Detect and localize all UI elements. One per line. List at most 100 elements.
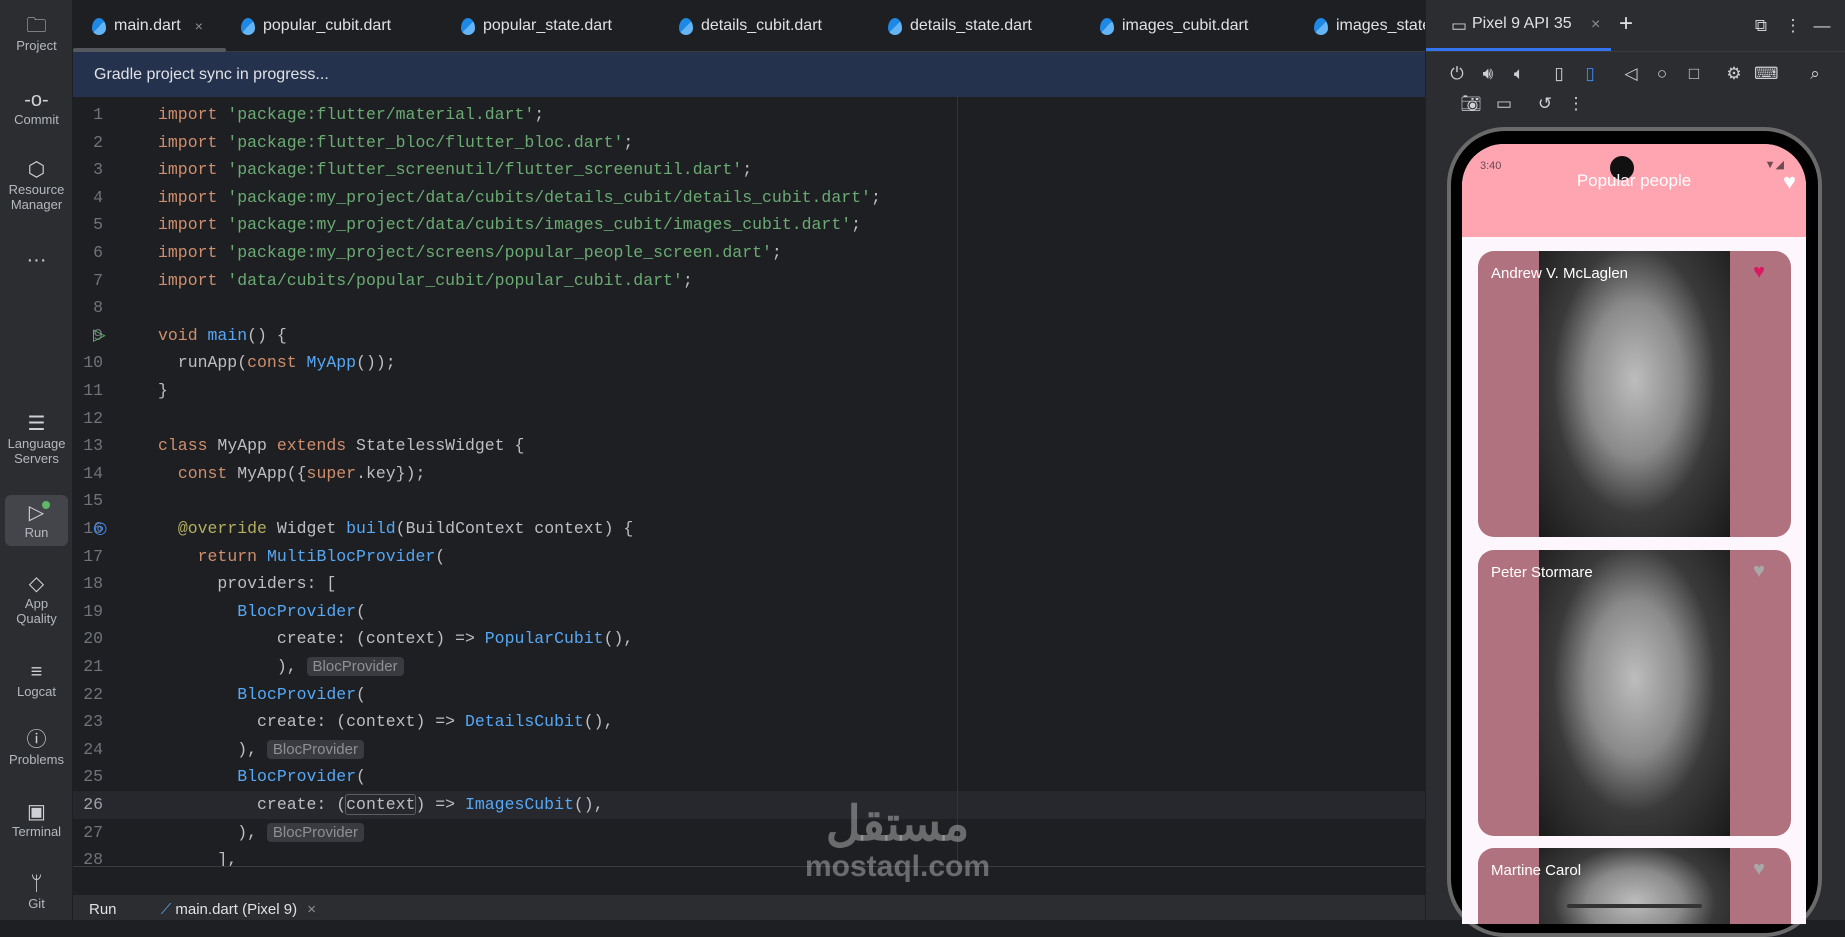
- power-icon[interactable]: ⏻: [1446, 64, 1468, 84]
- sidebar-item-language-servers[interactable]: ☰ Language Servers: [5, 412, 68, 466]
- sidebar-item-resource-manager[interactable]: ⬡ Resource Manager: [5, 158, 68, 212]
- code-line[interactable]: 3 import 'package:flutter_screenutil/flut…: [73, 156, 1425, 184]
- code-line[interactable]: 8: [73, 294, 1425, 322]
- device-inspect-icon[interactable]: ⌕: [1804, 64, 1826, 84]
- code-line[interactable]: 16 ◎ @override Widget build(BuildContext …: [73, 515, 1425, 543]
- emulator-screen[interactable]: 3:40 ▼◢ Popular people ♥ Andrew V. McLag…: [1462, 144, 1806, 924]
- run-config-tab[interactable]: main.dart (Pixel 9): [175, 901, 297, 918]
- person-card[interactable]: Peter Stormare ♥: [1478, 550, 1791, 836]
- back-icon[interactable]: ◁: [1620, 64, 1642, 84]
- home-icon[interactable]: ○: [1651, 64, 1673, 84]
- volume-down-icon[interactable]: 🔈︎: [1508, 64, 1530, 84]
- code-line[interactable]: 20 create: (context) => PopularCubit(),: [73, 625, 1425, 653]
- volume-up-icon[interactable]: 🔊︎: [1477, 64, 1499, 84]
- code-line[interactable]: 13 class MyApp extends StatelessWidget {: [73, 432, 1425, 460]
- tab-details-state[interactable]: details_state.dart: [888, 0, 1032, 51]
- code-token: import: [158, 105, 218, 124]
- code-token: (),: [603, 629, 634, 649]
- code-text: create: (context) => PopularCubit(),: [158, 625, 634, 653]
- code-line[interactable]: 14 const MyApp({super.key});: [73, 460, 1425, 488]
- rotate-left-icon[interactable]: ▯: [1548, 64, 1570, 84]
- running-indicator: [42, 501, 50, 509]
- favorite-heart-icon[interactable]: ♥: [1753, 560, 1765, 583]
- code-token: ());: [356, 353, 396, 373]
- code-line[interactable]: 10 runApp(const MyApp());: [73, 349, 1425, 377]
- code-line[interactable]: 5 import 'package:my_project/data/cubits/…: [73, 211, 1425, 239]
- rotate-right-icon[interactable]: ▯: [1579, 64, 1601, 84]
- keyboard-mouse-icon[interactable]: ⌨: [1754, 64, 1779, 84]
- tab-close-button[interactable]: ×: [195, 18, 203, 34]
- code-line[interactable]: 23 create: (context) => DetailsCubit(),: [73, 708, 1425, 736]
- tab-details-cubit[interactable]: details_cubit.dart: [679, 0, 822, 51]
- more-toolbar-icon[interactable]: ⋮: [1565, 94, 1587, 114]
- code-line[interactable]: 21 ), BlocProvider: [73, 653, 1425, 681]
- code-line[interactable]: 15: [73, 487, 1425, 515]
- code-token: super: [306, 463, 357, 483]
- code-token: ;: [623, 132, 634, 152]
- code-line[interactable]: 22 BlocProvider(: [73, 681, 1425, 709]
- code-line[interactable]: 27 ), BlocProvider: [73, 819, 1425, 847]
- code-token: MyApp: [306, 353, 357, 373]
- code-line[interactable]: 6 import 'package:my_project/screens/popu…: [73, 239, 1425, 267]
- code-token: return: [197, 546, 258, 566]
- device-tab-close[interactable]: ×: [1591, 16, 1600, 34]
- screenshot-icon[interactable]: 📷︎: [1460, 94, 1482, 114]
- code-line[interactable]: 1 import 'package:flutter/material.dart';: [73, 101, 1425, 129]
- code-token: MultiBlocProvider: [266, 546, 436, 566]
- device-settings-icon[interactable]: ⚙: [1723, 64, 1745, 84]
- code-line[interactable]: 9 ▷ void main() {: [73, 322, 1425, 350]
- tab-popular-state[interactable]: popular_state.dart: [461, 0, 612, 51]
- line-number: 11: [83, 381, 103, 400]
- code-line[interactable]: 26 create: (context) => ImagesCubit(),: [73, 791, 1425, 819]
- code-line[interactable]: 28 ],: [73, 846, 1425, 867]
- person-card[interactable]: Andrew V. McLaglen ♥: [1478, 251, 1791, 537]
- sidebar-item-run[interactable]: ▷ Run: [5, 495, 68, 546]
- sidebar-item-terminal[interactable]: ▣ Terminal: [5, 800, 68, 839]
- tab-main[interactable]: main.dart ×: [92, 0, 203, 51]
- minimize-icon[interactable]: —: [1811, 16, 1833, 36]
- code-line[interactable]: 11}: [73, 377, 1425, 405]
- code-line[interactable]: 4 import 'package:my_project/data/cubits/…: [73, 184, 1425, 212]
- person-card[interactable]: Martine Carol ♥: [1478, 848, 1791, 924]
- code-line[interactable]: 17 return MultiBlocProvider(: [73, 543, 1425, 571]
- code-line[interactable]: 19 BlocProvider(: [73, 598, 1425, 626]
- code-line[interactable]: 24 ), BlocProvider: [73, 736, 1425, 764]
- tab-popular-cubit[interactable]: popular_cubit.dart: [241, 0, 391, 51]
- override-gutter-icon[interactable]: ◎: [93, 515, 107, 543]
- sidebar-item-label: Resource Manager: [8, 182, 65, 212]
- overview-icon[interactable]: □: [1683, 64, 1705, 84]
- line-number: 13: [83, 436, 103, 456]
- code-line[interactable]: 18 providers: [: [73, 570, 1425, 598]
- code-text: import 'package:my_project/data/cubits/d…: [158, 184, 881, 212]
- code-text: ), BlocProvider: [158, 653, 404, 681]
- code-line[interactable]: 25 BlocProvider(: [73, 763, 1425, 791]
- sidebar-item-project[interactable]: 🗀 Project: [5, 14, 68, 53]
- external-window-icon[interactable]: ⧉: [1750, 16, 1772, 36]
- favorites-heart-icon[interactable]: ♥: [1783, 169, 1796, 195]
- add-device-button[interactable]: +: [1619, 10, 1633, 38]
- favorite-heart-icon[interactable]: ♥: [1753, 261, 1765, 284]
- code-line[interactable]: 12: [73, 405, 1425, 433]
- code-line[interactable]: 2 import 'package:flutter_bloc/flutter_bl…: [73, 129, 1425, 157]
- code-editor[interactable]: 1 import 'package:flutter/material.dart';…: [73, 97, 1425, 867]
- sidebar-item-commit[interactable]: -o- Commit: [5, 88, 68, 127]
- device-tab[interactable]: Pixel 9 API 35: [1472, 15, 1572, 33]
- tab-images-cubit[interactable]: images_cubit.dart: [1100, 0, 1248, 51]
- sidebar-item-label: Problems: [9, 752, 64, 767]
- code-token: DetailsCubit: [464, 712, 584, 732]
- more-options-icon[interactable]: ⋮: [1782, 16, 1804, 36]
- sidebar-item-app-quality-insights[interactable]: ◇App Quality Insights: [5, 572, 68, 628]
- snapshot-icon[interactable]: ↺: [1534, 94, 1556, 114]
- sidebar-item-git[interactable]: ᛘ Git: [5, 872, 68, 911]
- dart-file-icon: [888, 17, 902, 35]
- code-token: build: [346, 519, 396, 538]
- screen-record-icon[interactable]: ▭: [1493, 94, 1515, 114]
- run-gutter-icon[interactable]: ▷: [93, 322, 106, 350]
- sidebar-item--[interactable]: ···: [5, 248, 68, 272]
- favorite-heart-icon[interactable]: ♥: [1753, 858, 1765, 881]
- sidebar-item-problems[interactable]: ⓘ Problems: [5, 728, 68, 767]
- run-config-close[interactable]: ×: [307, 901, 316, 918]
- code-line[interactable]: 7 import 'data/cubits/popular_cubit/popul…: [73, 267, 1425, 295]
- tab-images-state[interactable]: images_state.dart: [1314, 0, 1425, 51]
- sidebar-item-logcat[interactable]: ≡ Logcat: [5, 660, 68, 699]
